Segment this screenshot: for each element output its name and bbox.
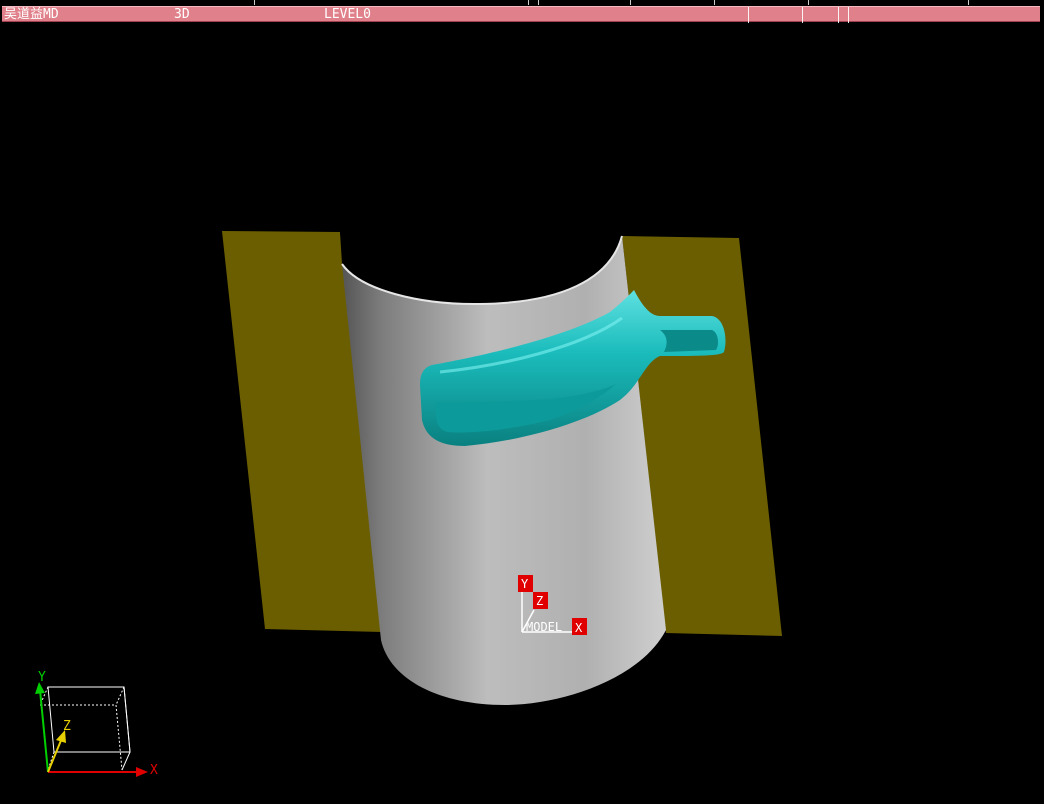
triad-y-label: Y xyxy=(38,670,46,685)
model-axis-x-label: X xyxy=(575,621,583,635)
triad-z-axis xyxy=(47,737,63,773)
triad-x-label: X xyxy=(150,763,158,778)
viewport-3d[interactable]: Y Z X MODEL X Y Z xyxy=(0,0,1044,804)
model-axis-y-label: Y xyxy=(521,577,529,591)
model-axes-label: MODEL xyxy=(526,620,562,634)
triad-z-label: Z xyxy=(63,719,71,734)
model-axis-z-label: Z xyxy=(536,594,543,608)
view-triad: X Y Z xyxy=(35,670,158,778)
slot-right-pocket xyxy=(660,330,719,352)
triad-y-axis xyxy=(39,689,49,773)
